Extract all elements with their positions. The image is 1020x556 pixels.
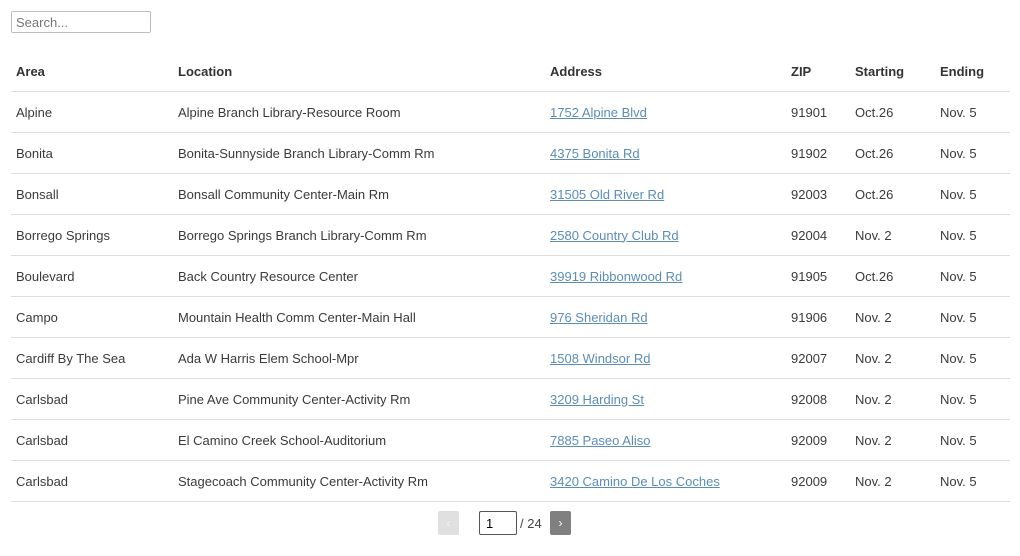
location-cell: El Camino Creek School-Auditorium <box>173 419 545 461</box>
table-row: Bonita Bonita-Sunnyside Branch Library-Co… <box>11 132 1010 174</box>
ending-cell: Nov. 5 <box>935 296 1010 338</box>
area-cell: Carlsbad <box>11 419 173 461</box>
zip-cell: 92003 <box>786 173 850 215</box>
table-row: Alpine Alpine Branch Library-Resource Roo… <box>11 91 1010 133</box>
area-cell: Carlsbad <box>11 460 173 502</box>
ending-cell: Nov. 5 <box>935 337 1010 379</box>
location-cell: Back Country Resource Center <box>173 255 545 297</box>
starting-cell: Oct.26 <box>850 173 935 215</box>
location-cell: Bonsall Community Center-Main Rm <box>173 173 545 215</box>
ending-cell: Nov. 5 <box>935 91 1010 133</box>
address-cell: 2580 Country Club Rd <box>545 214 786 256</box>
area-cell: Bonsall <box>11 173 173 215</box>
address-link[interactable]: 1508 Windsor Rd <box>550 351 650 366</box>
ending-cell: Nov. 5 <box>935 132 1010 174</box>
address-link[interactable]: 3209 Harding St <box>550 392 644 407</box>
starting-cell: Nov. 2 <box>850 378 935 420</box>
area-cell: Cardiff By The Sea <box>11 337 173 379</box>
total-pages-label: / 24 <box>520 515 542 531</box>
location-cell: Borrego Springs Branch Library-Comm Rm <box>173 214 545 256</box>
column-header-area[interactable]: Area <box>11 51 173 92</box>
address-cell: 3420 Camino De Los Coches <box>545 460 786 502</box>
location-cell: Pine Ave Community Center-Activity Rm <box>173 378 545 420</box>
zip-cell: 91906 <box>786 296 850 338</box>
table-row: Campo Mountain Health Comm Center-Main Ha… <box>11 296 1010 338</box>
location-cell: Alpine Branch Library-Resource Room <box>173 91 545 133</box>
pagination: ‹ / 24 › <box>438 511 571 535</box>
column-header-location[interactable]: Location <box>173 51 545 92</box>
table-row: Boulevard Back Country Resource Center 399… <box>11 255 1010 297</box>
table-row: Carlsbad Stagecoach Community Center-Acti… <box>11 460 1010 502</box>
column-header-zip[interactable]: ZIP <box>786 51 850 92</box>
area-cell: Alpine <box>11 91 173 133</box>
address-link[interactable]: 7885 Paseo Aliso <box>550 433 650 448</box>
next-page-button[interactable]: › <box>550 511 571 535</box>
address-link[interactable]: 1752 Alpine Blvd <box>550 105 647 120</box>
ending-cell: Nov. 5 <box>935 173 1010 215</box>
locations-table: Area Location Address ZIP Starting Endin… <box>11 51 1010 502</box>
location-cell: Bonita-Sunnyside Branch Library-Comm Rm <box>173 132 545 174</box>
prev-page-button[interactable]: ‹ <box>438 511 459 535</box>
search-input[interactable] <box>11 11 151 33</box>
zip-cell: 91905 <box>786 255 850 297</box>
address-cell: 1752 Alpine Blvd <box>545 91 786 133</box>
column-header-address[interactable]: Address <box>545 51 786 92</box>
starting-cell: Oct.26 <box>850 91 935 133</box>
ending-cell: Nov. 5 <box>935 255 1010 297</box>
location-cell: Stagecoach Community Center-Activity Rm <box>173 460 545 502</box>
zip-cell: 92004 <box>786 214 850 256</box>
starting-cell: Oct.26 <box>850 132 935 174</box>
address-link[interactable]: 39919 Ribbonwood Rd <box>550 269 682 284</box>
zip-cell: 92007 <box>786 337 850 379</box>
area-cell: Bonita <box>11 132 173 174</box>
area-cell: Borrego Springs <box>11 214 173 256</box>
location-cell: Mountain Health Comm Center-Main Hall <box>173 296 545 338</box>
zip-cell: 91902 <box>786 132 850 174</box>
ending-cell: Nov. 5 <box>935 460 1010 502</box>
address-cell: 7885 Paseo Aliso <box>545 419 786 461</box>
address-cell: 31505 Old River Rd <box>545 173 786 215</box>
starting-cell: Oct.26 <box>850 255 935 297</box>
address-cell: 3209 Harding St <box>545 378 786 420</box>
column-header-ending[interactable]: Ending <box>935 51 1010 92</box>
area-cell: Carlsbad <box>11 378 173 420</box>
zip-cell: 91901 <box>786 91 850 133</box>
address-link[interactable]: 3420 Camino De Los Coches <box>550 474 720 489</box>
column-header-starting[interactable]: Starting <box>850 51 935 92</box>
location-cell: Ada W Harris Elem School-Mpr <box>173 337 545 379</box>
zip-cell: 92009 <box>786 419 850 461</box>
table-row: Cardiff By The Sea Ada W Harris Elem Scho… <box>11 337 1010 379</box>
address-cell: 39919 Ribbonwood Rd <box>545 255 786 297</box>
address-link[interactable]: 2580 Country Club Rd <box>550 228 679 243</box>
starting-cell: Nov. 2 <box>850 460 935 502</box>
ending-cell: Nov. 5 <box>935 214 1010 256</box>
starting-cell: Nov. 2 <box>850 296 935 338</box>
zip-cell: 92008 <box>786 378 850 420</box>
starting-cell: Nov. 2 <box>850 214 935 256</box>
table-row: Bonsall Bonsall Community Center-Main Rm 3… <box>11 173 1010 215</box>
zip-cell: 92009 <box>786 460 850 502</box>
chevron-right-icon: › <box>558 516 563 530</box>
table-row: Carlsbad Pine Ave Community Center-Activi… <box>11 378 1010 420</box>
table-header-row: Area Location Address ZIP Starting Endin… <box>11 51 1010 92</box>
table-row: Carlsbad El Camino Creek School-Auditoriu… <box>11 419 1010 461</box>
table-row: Borrego Springs Borrego Springs Branch Li… <box>11 214 1010 256</box>
ending-cell: Nov. 5 <box>935 419 1010 461</box>
starting-cell: Nov. 2 <box>850 419 935 461</box>
address-link[interactable]: 4375 Bonita Rd <box>550 146 640 161</box>
area-cell: Campo <box>11 296 173 338</box>
chevron-left-icon: ‹ <box>446 516 451 530</box>
address-cell: 976 Sheridan Rd <box>545 296 786 338</box>
starting-cell: Nov. 2 <box>850 337 935 379</box>
address-cell: 4375 Bonita Rd <box>545 132 786 174</box>
ending-cell: Nov. 5 <box>935 378 1010 420</box>
area-cell: Boulevard <box>11 255 173 297</box>
address-cell: 1508 Windsor Rd <box>545 337 786 379</box>
address-link[interactable]: 31505 Old River Rd <box>550 187 664 202</box>
address-link[interactable]: 976 Sheridan Rd <box>550 310 648 325</box>
page-number-input[interactable] <box>479 511 517 535</box>
